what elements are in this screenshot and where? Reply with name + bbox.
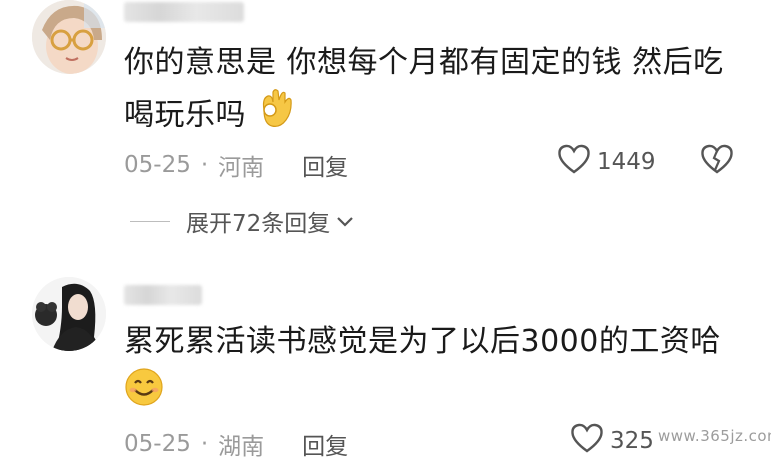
comment-date: 05-25: [124, 431, 191, 457]
comment-item: 累死累活读书感觉是为了以后3000的工资哈 05-25 · 湖南 回复 325: [0, 265, 771, 461]
avatar-image: [32, 0, 106, 74]
comment-date: 05-25: [124, 152, 191, 178]
comment-location: 湖南: [218, 434, 265, 460]
comment-text: 你的意思是 你想每个月都有固定的钱 然后吃喝玩乐吗: [124, 45, 724, 133]
broken-heart-icon: [700, 144, 734, 178]
like-button[interactable]: 325: [570, 423, 654, 459]
avatar[interactable]: [32, 277, 106, 351]
meta-separator: ·: [200, 152, 209, 178]
expand-replies-button[interactable]: 展开72条回复: [130, 204, 354, 238]
watermark: www.365jz.com: [658, 427, 771, 445]
comment-item: 你的意思是 你想每个月都有固定的钱 然后吃喝玩乐吗 05-25 · 河南 回复 …: [0, 0, 771, 265]
heart-icon: [557, 144, 591, 180]
comment-location: 河南: [218, 155, 265, 181]
ok-hand-emoji: [256, 88, 294, 144]
comment-text-block: 累死累活读书感觉是为了以后3000的工资哈: [124, 317, 734, 423]
comment-meta: 05-25 · 湖南 回复: [124, 427, 348, 461]
like-count: 1449: [597, 149, 656, 175]
reply-button[interactable]: 回复: [302, 148, 348, 182]
like-count: 325: [610, 428, 654, 454]
chevron-down-icon: [336, 208, 354, 234]
avatar[interactable]: [32, 0, 106, 74]
username-blurred[interactable]: [124, 285, 202, 305]
comment-meta: 05-25 · 河南 回复: [124, 148, 348, 182]
divider-line: [130, 220, 170, 222]
meta-separator: ·: [200, 431, 209, 457]
username-blurred[interactable]: [124, 2, 244, 22]
dislike-button[interactable]: [700, 144, 734, 178]
smiling-face-emoji: [124, 367, 164, 423]
avatar-image: [32, 277, 106, 351]
like-button[interactable]: 1449: [557, 144, 656, 180]
expand-replies-label: 展开72条回复: [186, 211, 331, 237]
reply-button[interactable]: 回复: [302, 427, 348, 461]
heart-icon: [570, 423, 604, 459]
comment-text-block: 你的意思是 你想每个月都有固定的钱 然后吃喝玩乐吗: [124, 38, 734, 144]
comment-text: 累死累活读书感觉是为了以后3000的工资哈: [124, 324, 721, 359]
